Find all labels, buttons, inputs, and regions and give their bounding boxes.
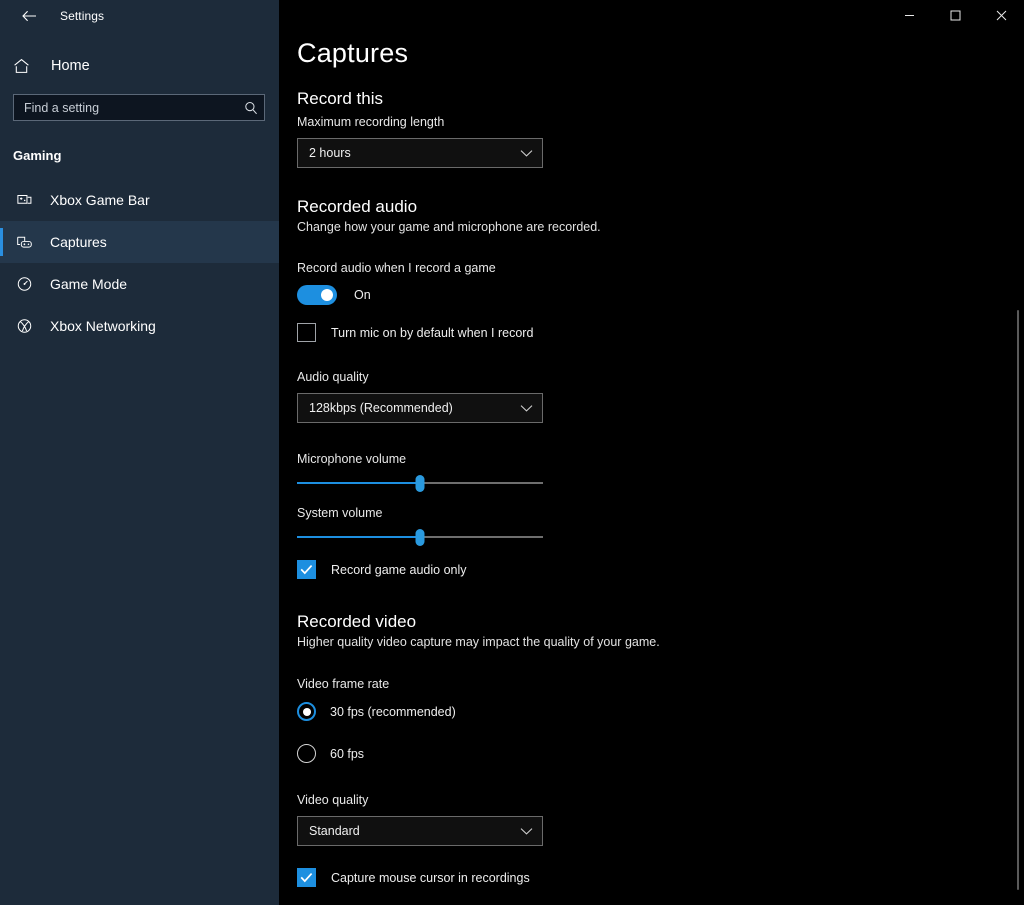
frame-rate-30fps-radio[interactable] bbox=[297, 702, 316, 721]
capture-cursor-checkbox-row[interactable]: Capture mouse cursor in recordings bbox=[297, 868, 1024, 887]
chevron-down-icon bbox=[520, 404, 533, 413]
frame-rate-60fps-label: 60 fps bbox=[330, 747, 364, 761]
captures-icon bbox=[13, 234, 35, 250]
frame-rate-60fps-radio[interactable] bbox=[297, 744, 316, 763]
chevron-down-icon bbox=[520, 149, 533, 158]
sidebar-item-home-label: Home bbox=[51, 58, 90, 74]
record-audio-toggle[interactable] bbox=[297, 285, 337, 305]
sidebar-item-game-mode-label: Game Mode bbox=[50, 276, 127, 292]
game-audio-only-label: Record game audio only bbox=[331, 563, 467, 577]
microphone-volume-slider[interactable] bbox=[297, 474, 543, 492]
sidebar-item-captures-label: Captures bbox=[50, 234, 107, 250]
mic-default-checkbox-row[interactable]: Turn mic on by default when I record bbox=[297, 323, 1024, 342]
frame-rate-option-30fps[interactable]: 30 fps (recommended) bbox=[297, 702, 1024, 721]
section-recorded-video: Recorded video Higher quality video capt… bbox=[297, 612, 1024, 887]
game-audio-only-checkbox[interactable] bbox=[297, 560, 316, 579]
audio-quality-value: 128kbps (Recommended) bbox=[309, 401, 453, 415]
sidebar-item-captures[interactable]: Captures bbox=[0, 221, 279, 263]
toggle-knob bbox=[321, 289, 333, 301]
radio-dot bbox=[303, 708, 311, 716]
sidebar-item-xbox-game-bar-label: Xbox Game Bar bbox=[50, 192, 150, 208]
search-box[interactable] bbox=[13, 94, 265, 121]
slider-thumb[interactable] bbox=[416, 475, 425, 492]
recorded-audio-heading: Recorded audio bbox=[297, 197, 1024, 217]
maximize-icon[interactable] bbox=[932, 0, 978, 30]
audio-quality-label: Audio quality bbox=[297, 370, 1024, 384]
home-icon bbox=[13, 58, 39, 74]
video-frame-rate-label: Video frame rate bbox=[297, 677, 1024, 691]
mic-default-checkbox[interactable] bbox=[297, 323, 316, 342]
record-audio-label: Record audio when I record a game bbox=[297, 261, 1024, 275]
sidebar-nav: Xbox Game Bar Captures bbox=[0, 179, 279, 347]
search-input[interactable] bbox=[24, 101, 244, 115]
minimize-icon[interactable] bbox=[886, 0, 932, 30]
main-content: Captures Record this Maximum recording l… bbox=[279, 0, 1024, 905]
system-volume-label: System volume bbox=[297, 506, 1024, 520]
audio-quality-dropdown[interactable]: 128kbps (Recommended) bbox=[297, 393, 543, 423]
sidebar-item-home[interactable]: Home bbox=[0, 49, 279, 83]
slider-fill bbox=[297, 536, 420, 538]
vertical-scrollbar[interactable] bbox=[1017, 310, 1019, 890]
slider-fill bbox=[297, 482, 420, 484]
video-quality-value: Standard bbox=[309, 824, 360, 838]
sidebar: Settings Home Gaming bbox=[0, 0, 279, 905]
section-record-this: Record this Maximum recording length 2 h… bbox=[297, 89, 1024, 168]
chevron-down-icon bbox=[520, 827, 533, 836]
slider-thumb[interactable] bbox=[416, 529, 425, 546]
titlebar-left: Settings bbox=[0, 0, 279, 32]
max-recording-length-label: Maximum recording length bbox=[297, 115, 1024, 129]
capture-cursor-checkbox[interactable] bbox=[297, 868, 316, 887]
recorded-video-heading: Recorded video bbox=[297, 612, 1024, 632]
game-mode-icon bbox=[13, 276, 35, 292]
settings-content: Captures Record this Maximum recording l… bbox=[279, 0, 1024, 887]
mic-default-label: Turn mic on by default when I record bbox=[331, 326, 533, 340]
record-audio-toggle-row: On bbox=[297, 285, 1024, 305]
settings-window: Settings Home Gaming bbox=[0, 0, 1024, 905]
sidebar-item-game-mode[interactable]: Game Mode bbox=[0, 263, 279, 305]
microphone-volume-label: Microphone volume bbox=[297, 452, 1024, 466]
sidebar-item-xbox-networking-label: Xbox Networking bbox=[50, 318, 156, 334]
video-quality-label: Video quality bbox=[297, 793, 1024, 807]
frame-rate-option-60fps[interactable]: 60 fps bbox=[297, 744, 1024, 763]
record-audio-state: On bbox=[354, 288, 371, 302]
sidebar-section-label: Gaming bbox=[0, 148, 279, 163]
search-icon[interactable] bbox=[244, 101, 258, 115]
page-title: Captures bbox=[297, 40, 1024, 67]
frame-rate-30fps-label: 30 fps (recommended) bbox=[330, 705, 456, 719]
recorded-audio-description: Change how your game and microphone are … bbox=[297, 220, 1024, 234]
app-title: Settings bbox=[60, 9, 104, 23]
game-audio-only-checkbox-row[interactable]: Record game audio only bbox=[297, 560, 1024, 579]
xbox-icon bbox=[13, 318, 35, 334]
max-recording-length-dropdown[interactable]: 2 hours bbox=[297, 138, 543, 168]
capture-cursor-label: Capture mouse cursor in recordings bbox=[331, 871, 530, 885]
game-bar-icon bbox=[13, 192, 35, 208]
back-arrow-icon[interactable] bbox=[8, 1, 50, 31]
record-this-heading: Record this bbox=[297, 89, 1024, 109]
window-controls bbox=[886, 0, 1024, 30]
max-recording-length-value: 2 hours bbox=[309, 146, 351, 160]
sidebar-item-xbox-networking[interactable]: Xbox Networking bbox=[0, 305, 279, 347]
section-recorded-audio: Recorded audio Change how your game and … bbox=[297, 197, 1024, 579]
close-icon[interactable] bbox=[978, 0, 1024, 30]
video-quality-dropdown[interactable]: Standard bbox=[297, 816, 543, 846]
recorded-video-description: Higher quality video capture may impact … bbox=[297, 635, 1024, 649]
sidebar-item-xbox-game-bar[interactable]: Xbox Game Bar bbox=[0, 179, 279, 221]
system-volume-slider[interactable] bbox=[297, 528, 543, 546]
